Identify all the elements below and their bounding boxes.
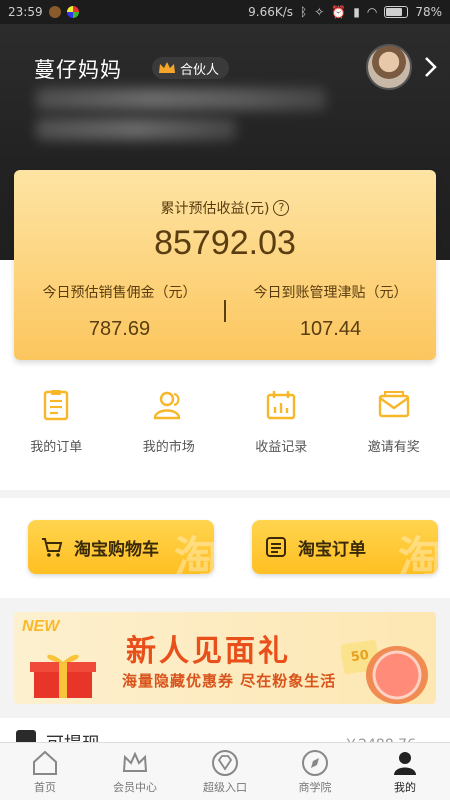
app-notification-icon (66, 6, 79, 18)
today-allowance-value: 107.44 (299, 318, 362, 340)
clipboard-icon (44, 390, 69, 421)
badge-label: 合伙人 (180, 62, 220, 78)
promo-banner[interactable]: NEW 新人见面礼 海量隐藏优惠券 尽在粉象生活 50 (14, 612, 436, 704)
grapefruit-icon (366, 646, 428, 704)
battery-icon (384, 6, 409, 18)
menu-item-my-market[interactable]: 我的市场 (113, 388, 226, 478)
total-earnings-title: 累计预估收益(元) ? (14, 198, 436, 218)
tab-label: 会员中心 (113, 781, 157, 794)
today-commission-label: 今日预估销售佣金（元） (42, 285, 197, 301)
status-bar: 23:59 9.66K/s ᛒ ✧ ⏰ ▮ ◠ 78% (0, 0, 450, 24)
menu-item-my-orders[interactable]: 我的订单 (0, 388, 113, 478)
taobao-buttons: 淘宝购物车 淘 淘宝订单 淘 (0, 498, 450, 598)
tab-label: 我的 (394, 781, 416, 794)
tab-label: 超级入口 (203, 781, 247, 794)
tab-business-school[interactable]: 商学院 (270, 743, 360, 800)
tab-member-center[interactable]: 会员中心 (90, 743, 180, 800)
taobao-watermark: 淘 (174, 533, 214, 574)
crown-icon (159, 62, 175, 73)
cart-icon (42, 538, 63, 557)
tab-home[interactable]: 首页 (0, 743, 90, 800)
tab-mine[interactable]: 我的 (360, 743, 450, 800)
menu-item-label: 我的订单 (30, 440, 83, 455)
total-earnings-value: 85792.03 (154, 224, 296, 262)
menu-item-earnings-record[interactable]: 收益记录 (225, 388, 338, 478)
tab-label: 商学院 (298, 781, 332, 794)
menu-item-label: 邀请有奖 (367, 440, 420, 455)
tab-label: 首页 (34, 781, 56, 794)
vibrate-icon: ✧ (314, 5, 325, 19)
partner-badge: 合伙人 (152, 57, 230, 79)
menu-item-invite[interactable]: 邀请有奖 (338, 388, 450, 478)
quick-menu: 我的订单 我的市场 收益记录 邀请有奖 (0, 388, 450, 478)
chevron-right-icon[interactable] (422, 56, 440, 78)
home-icon (33, 750, 57, 775)
diamond-icon (212, 750, 238, 776)
avatar[interactable] (366, 44, 412, 90)
alarm-icon: ⏰ (331, 5, 347, 19)
list-icon (266, 537, 286, 557)
tab-super-entry[interactable]: 超级入口 (180, 743, 270, 800)
banner-headline: 新人见面礼 (126, 634, 291, 669)
menu-item-label: 我的市场 (142, 440, 195, 455)
users-icon (153, 391, 180, 420)
calendar-chart-icon (267, 391, 296, 420)
notification-icon (48, 6, 61, 18)
person-icon (394, 752, 416, 775)
compass-icon (302, 750, 328, 776)
signal-icon: ▮ (353, 5, 360, 19)
gift-icon (30, 654, 96, 698)
battery-percent: 78% (415, 5, 442, 19)
today-allowance-label: 今日到账管理津贴（元） (253, 285, 408, 301)
envelope-icon (378, 391, 409, 418)
taobao-cart-label: 淘宝购物车 (74, 539, 159, 560)
taobao-orders-label: 淘宝订单 (298, 539, 366, 560)
network-speed: 9.66K/s (248, 5, 294, 19)
crown-icon (122, 751, 148, 772)
total-earnings-label: 累计预估收益(元) (160, 201, 270, 217)
bluetooth-icon: ᛒ (300, 5, 308, 19)
banner-subline: 海量隐藏优惠券 尽在粉象生活 (122, 672, 337, 690)
taobao-orders-button[interactable]: 淘宝订单 淘 (252, 520, 438, 574)
earnings-card[interactable]: 累计预估收益(元) ? 85792.03 今日预估销售佣金（元） 今日到账管理津… (14, 170, 436, 360)
blurred-info-line-2 (36, 118, 236, 140)
bottom-tab-bar: 首页 会员中心 超级入口 商学院 我的 (0, 742, 450, 800)
menu-item-label: 收益记录 (255, 440, 308, 455)
new-tag: NEW (22, 618, 60, 635)
help-icon[interactable]: ? (273, 200, 290, 216)
taobao-watermark: 淘 (398, 533, 438, 574)
today-commission-value: 787.69 (88, 318, 151, 340)
wifi-icon: ◠ (366, 5, 378, 19)
taobao-cart-button[interactable]: 淘宝购物车 淘 (28, 520, 214, 574)
status-time: 23:59 (8, 5, 43, 19)
blurred-info-line (36, 88, 326, 110)
username: 蔓仔妈妈 (34, 58, 122, 82)
